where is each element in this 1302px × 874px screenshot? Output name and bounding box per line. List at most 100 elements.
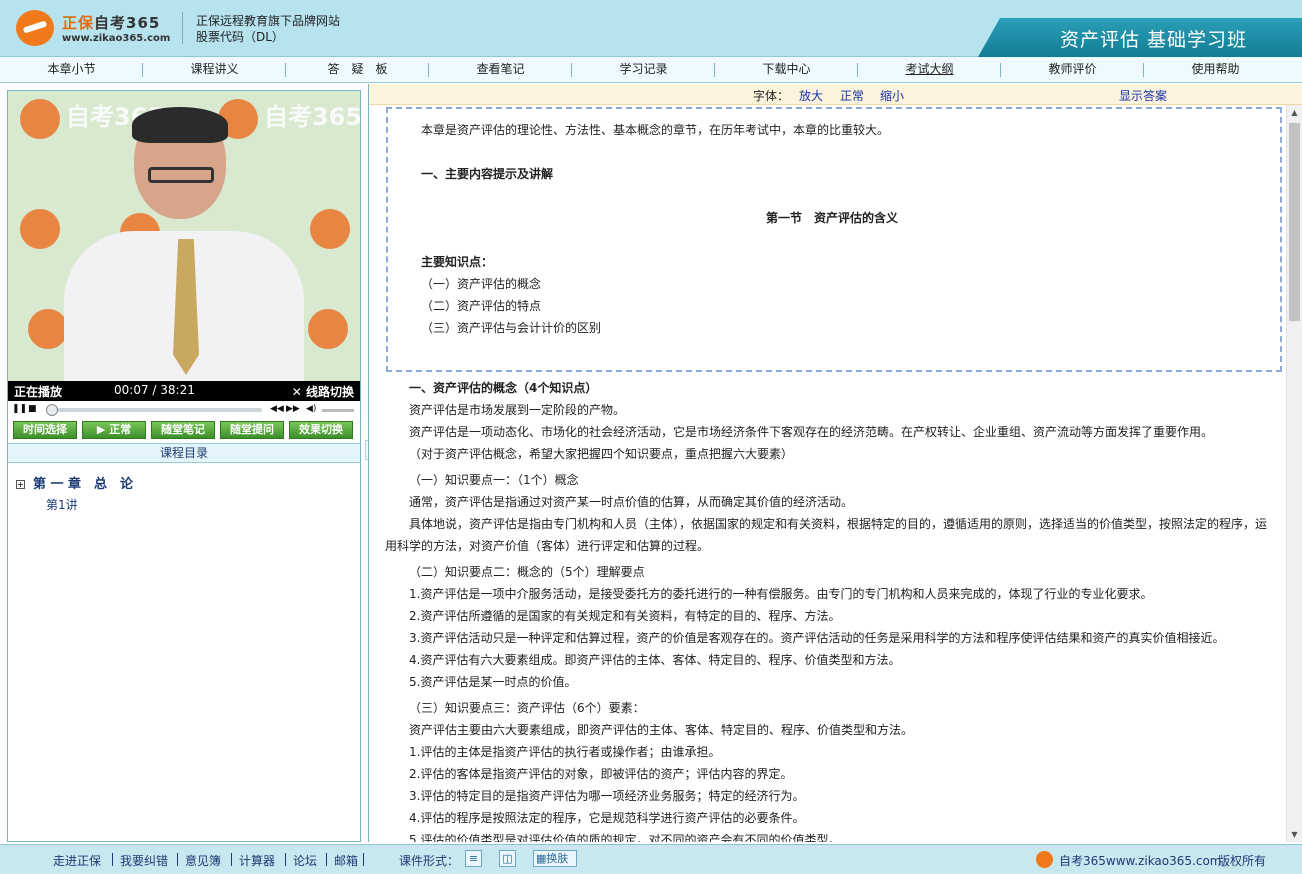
footer-separator (363, 853, 364, 866)
skin-switch-button[interactable]: ▦换肤 (533, 850, 577, 867)
main-heading: 一、主要内容提示及讲解 (421, 167, 554, 181)
nav-chapter-summary[interactable]: 本章小节 (0, 57, 143, 82)
footer-link-forum[interactable]: 论坛 (293, 852, 317, 869)
lecture-panel: 字体： 放大 正常 缩小 显示答案 本章是资产评估的理论性、方法性、基本概念的章… (368, 84, 1302, 842)
footer-site-url[interactable]: 自考365www.zikao365.com (1059, 852, 1221, 869)
main-nav: 本章小节 课程讲义 答 疑 板 查看笔记 学习记录 下载中心 考试大纲 教师评价… (0, 57, 1302, 83)
playback-state: 正在播放 (14, 385, 63, 399)
time-select-button[interactable]: 时间选择 (13, 421, 77, 439)
nav-teacher-rating[interactable]: 教师评价 (1001, 57, 1144, 82)
stock-code: 股票代码（DL） (196, 30, 284, 44)
site-header: 正保自考365 www.zikao365.com 正保远程教育旗下品牌网站 股票… (0, 0, 1302, 57)
list-item: 2.资产评估所遵循的是国家的有关规定和有关资料，有特定的目的、程序、方法。 (409, 609, 841, 623)
catalog-chapter[interactable]: + 第 一 章 总 论 (16, 473, 133, 492)
stop-icon[interactable]: ■ (28, 404, 37, 414)
paragraph: 具体地说，资产评估是指由专门机构和人员（主体），依据国家的规定和有关资料，根据特… (409, 517, 1268, 531)
paragraph: （对于资产评估概念，希望大家把握四个知识要点，重点把握六大要素） (409, 447, 794, 461)
course-title: 资产评估 基础学习班 (1060, 29, 1248, 51)
list-item: 4.评估的程序是按照法定的程序，它是规范科学进行资产评估的必要条件。 (409, 811, 805, 825)
courseware-mode-label: 课件形式： (399, 854, 460, 868)
intro-text: 本章是资产评估的理论性、方法性、基本概念的章节，在历年考试中，本章的比重较大。 (421, 123, 890, 137)
text-mode-icon[interactable]: ≡ (465, 850, 482, 867)
footer-separator (326, 853, 327, 866)
lecture-content: 本章是资产评估的理论性、方法性、基本概念的章节，在历年考试中，本章的比重较大。 … (369, 105, 1286, 842)
bg-logo-mark-icon (308, 309, 348, 349)
player-controls: ❚❚ ■ ◀◀ ▶▶ ◀) (8, 401, 360, 419)
scroll-thumb[interactable] (1289, 123, 1300, 321)
footer-link-mail[interactable]: 邮箱 (334, 852, 358, 869)
class-notes-button[interactable]: 随堂笔记 (151, 421, 215, 439)
bg-logo-mark-icon (20, 209, 60, 249)
font-shrink-link[interactable]: 缩小 (880, 87, 904, 104)
bg-logo-mark-icon (28, 309, 68, 349)
footer-link-feedback[interactable]: 意见簿 (185, 852, 221, 869)
scroll-down-icon[interactable]: ▼ (1287, 827, 1302, 842)
font-size-label: 字体： (753, 89, 790, 103)
paragraph: 资产评估是一项动态化、市场化的社会经济活动，它是市场经济条件下客观存在的经济范畴… (409, 425, 1214, 439)
bg-logo-text: 自考365 (264, 103, 360, 131)
footer-link-calculator[interactable]: 计算器 (239, 852, 275, 869)
knowledge-point-heading: （二）知识要点二：概念的（5个）理解要点 (409, 565, 645, 579)
nav-qa-board[interactable]: 答 疑 板 (286, 57, 429, 82)
key-point: （一）资产评估的概念 (421, 277, 542, 291)
split-mode-icon[interactable]: ◫ (499, 850, 516, 867)
header-divider (182, 12, 183, 44)
list-item: 1.评估的主体是指资产评估的执行者或操作者；由谁承担。 (409, 745, 721, 759)
seek-thumb[interactable] (46, 404, 58, 416)
expand-icon[interactable]: + (16, 480, 25, 489)
list-item: 5.资产评估是某一时点的价值。 (409, 675, 577, 689)
video-player[interactable]: 自考365 自考365 (8, 91, 360, 381)
knowledge-point-heading: （一）知识要点一：（1个）概念 (409, 473, 579, 487)
footer-separator (177, 853, 178, 866)
line-switch-button[interactable]: ✕ 线路切换 (292, 383, 354, 400)
logo-url: www.zikao365.com (62, 33, 171, 44)
lecturer-glasses (148, 167, 214, 183)
nav-exam-outline[interactable]: 考试大纲 (858, 57, 1001, 82)
nav-view-notes[interactable]: 查看笔记 (429, 57, 572, 82)
seek-bar[interactable] (46, 404, 262, 416)
left-panel: 自考365 自考365 正在播放 00:07 / 38:21 ✕ 线路切换 ❚❚… (7, 90, 361, 842)
rewind-icon[interactable]: ◀◀ (270, 404, 284, 414)
footer-separator (285, 853, 286, 866)
player-button-row: 时间选择 ▶ 正常 随堂笔记 随堂提问 效果切换 (8, 421, 360, 441)
pause-icon[interactable]: ❚❚ (12, 404, 27, 414)
key-points-label: 主要知识点： (421, 255, 494, 269)
list-item: 3.评估的特定目的是指资产评估为哪一项经济业务服务；特定的经济行为。 (409, 789, 805, 803)
nav-lecture-notes[interactable]: 课程讲义 (143, 57, 286, 82)
section-heading: 一、资产评估的概念（4个知识点） (409, 381, 598, 395)
list-item: 5.评估的价值类型是对评估价值的质的规定，对不同的资产会有不同的价值类型。 (409, 833, 841, 842)
site-logo[interactable]: 正保自考365 www.zikao365.com (16, 8, 176, 48)
logo-mark-icon (16, 10, 54, 46)
catalog-lesson[interactable]: 第1讲 (46, 496, 78, 513)
nav-study-records[interactable]: 学习记录 (572, 57, 715, 82)
effect-switch-button[interactable]: 效果切换 (289, 421, 353, 439)
paragraph: 资产评估主要由六大要素组成，即资产评估的主体、客体、特定目的、程序、价值类型和方… (409, 723, 914, 737)
footer-link-report-error[interactable]: 我要纠错 (120, 852, 168, 869)
content-toolbar: 字体： 放大 正常 缩小 显示答案 (369, 84, 1302, 105)
paragraph: 通常，资产评估是指通过对资产某一时点价值的估算，从而确定其价值的经济活动。 (409, 495, 854, 509)
volume-slider[interactable] (322, 409, 354, 412)
lecturer-hair (132, 107, 228, 143)
footer-link-about[interactable]: 走进正保 (53, 852, 101, 869)
brand-tagline: 正保远程教育旗下品牌网站 (196, 14, 341, 28)
knowledge-point-heading: （三）知识要点三：资产评估（6个）要素： (409, 701, 645, 715)
nav-help[interactable]: 使用帮助 (1144, 57, 1287, 82)
footer-separator (112, 853, 113, 866)
list-item: 3.资产评估活动只是一种评定和估算过程，资产的价值是客观存在的。资产评估活动的任… (409, 631, 1225, 645)
font-normal-link[interactable]: 正常 (840, 87, 864, 104)
forward-icon[interactable]: ▶▶ (286, 404, 300, 414)
nav-download-center[interactable]: 下载中心 (715, 57, 858, 82)
volume-icon[interactable]: ◀) (306, 404, 316, 414)
footer-logo-icon (1036, 851, 1053, 868)
class-question-button[interactable]: 随堂提问 (220, 421, 284, 439)
show-answer-link[interactable]: 显示答案 (1119, 87, 1167, 104)
font-enlarge-link[interactable]: 放大 (799, 87, 823, 104)
paragraph: 用科学的方法，对资产价值（客体）进行评定和估算的过程。 (385, 539, 710, 553)
catalog-title: 课程目录 (8, 443, 360, 463)
vertical-scrollbar[interactable]: ▲ ▼ (1286, 105, 1302, 842)
list-item: 1.资产评估是一项中介服务活动，是接受委托方的委托进行的一种有偿服务。由专门的专… (409, 587, 1153, 601)
logo-name: 正保自考365 (62, 14, 161, 32)
key-point: （二）资产评估的特点 (421, 299, 542, 313)
scroll-up-icon[interactable]: ▲ (1287, 105, 1302, 120)
normal-play-button[interactable]: ▶ 正常 (82, 421, 146, 439)
